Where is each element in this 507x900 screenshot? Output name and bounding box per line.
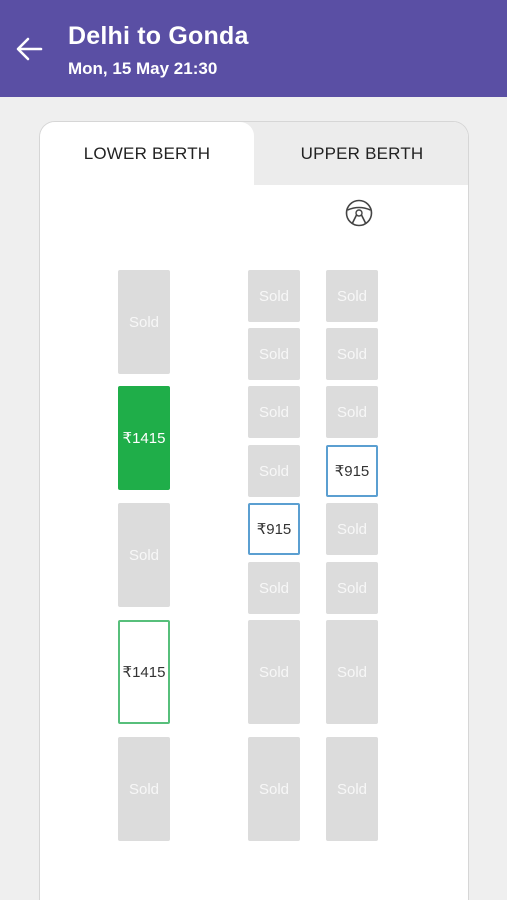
seat-available[interactable]: ₹1415 xyxy=(118,620,170,724)
tab-lower-berth[interactable]: LOWER BERTH xyxy=(40,122,254,185)
seat-sold: Sold xyxy=(248,620,300,724)
seat-sold: Sold xyxy=(248,386,300,438)
steering-wheel-icon xyxy=(345,199,373,227)
tab-upper-berth[interactable]: UPPER BERTH xyxy=(254,122,468,185)
seat-sold: Sold xyxy=(248,328,300,380)
app-header: Delhi to Gonda Mon, 15 May 21:30 xyxy=(0,0,507,97)
seat-sold: Sold xyxy=(248,445,300,497)
seat-selected[interactable]: ₹1415 xyxy=(118,386,170,490)
seat-sold: Sold xyxy=(248,562,300,614)
seat-sold: Sold xyxy=(248,270,300,322)
berth-tabs: LOWER BERTH UPPER BERTH xyxy=(40,122,468,185)
route-title: Delhi to Gonda xyxy=(68,22,249,50)
seat-sold: Sold xyxy=(326,328,378,380)
seat-sold: Sold xyxy=(326,386,378,438)
seat-available[interactable]: ₹915 xyxy=(248,503,300,555)
seat-sold: Sold xyxy=(326,270,378,322)
seat-available[interactable]: ₹915 xyxy=(326,445,378,497)
seat-sold: Sold xyxy=(326,620,378,724)
seat-sold: Sold xyxy=(118,737,170,841)
journey-datetime: Mon, 15 May 21:30 xyxy=(68,59,218,78)
seat-sold: Sold xyxy=(326,737,378,841)
seat-sold: Sold xyxy=(118,503,170,607)
seat-sold: Sold xyxy=(326,503,378,555)
seat-layout-card: LOWER BERTH UPPER BERTH Sold ₹1415 Sold … xyxy=(39,121,469,900)
seat-sold: Sold xyxy=(326,562,378,614)
back-arrow-icon[interactable] xyxy=(14,34,44,64)
seat-sold: Sold xyxy=(248,737,300,841)
seat-sold: Sold xyxy=(118,270,170,374)
